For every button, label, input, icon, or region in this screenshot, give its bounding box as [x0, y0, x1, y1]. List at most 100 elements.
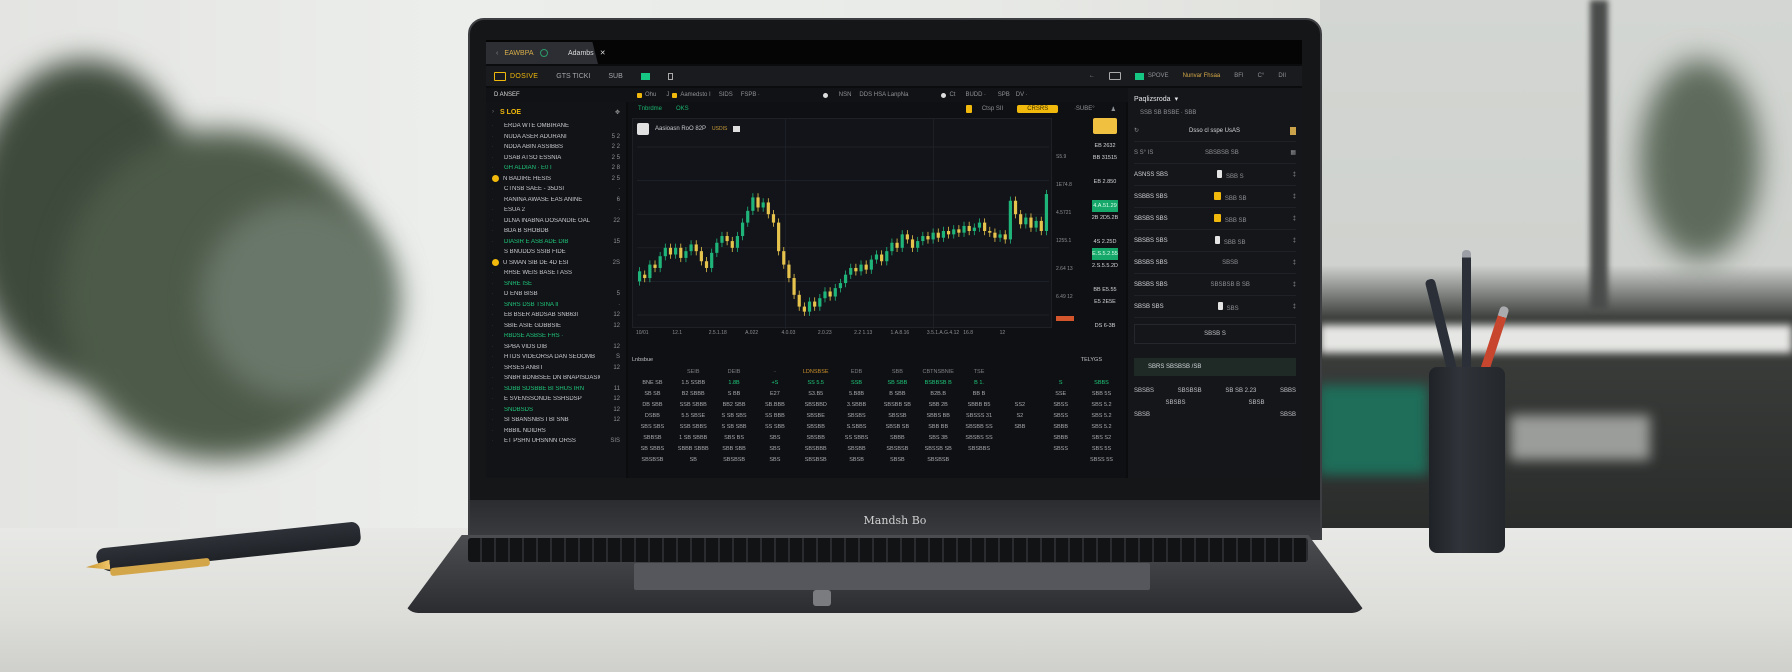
table-row[interactable]: DSBB 5.5 SBSE S SB SBS SS BBB SBSBE SBSBS SBSS… [632, 410, 1122, 421]
watchlist-row[interactable]: ∙ SDBB SDSBBE BI SHUS IRN 11 [492, 384, 620, 395]
candle[interactable] [771, 214, 776, 223]
watchlist-row[interactable]: ∙ DLNA INABNA DOSANDIE OAL 22 [492, 216, 620, 227]
watchlist-row[interactable]: ∙ SNRS DSB TSINA II ∙ [492, 300, 620, 311]
candle[interactable] [674, 247, 678, 255]
nav-item[interactable]: GTS TICKI [556, 73, 590, 80]
app-brand[interactable]: DOSIVE [510, 73, 538, 80]
candle[interactable] [658, 256, 662, 268]
candle[interactable] [988, 231, 992, 233]
candle[interactable] [710, 252, 714, 268]
candle[interactable] [648, 264, 652, 279]
watchlist-row[interactable]: ∙ NUDA ASER ADURANI 5 2 [492, 132, 620, 143]
action-icon[interactable]: ‡ [1293, 216, 1296, 222]
browser-tab[interactable]: Adambs ✕ [544, 42, 616, 64]
candle[interactable] [926, 236, 930, 240]
watchlist-row[interactable]: ∙ SNDBSDS 12 [492, 405, 620, 416]
watchlist-row[interactable]: ∙ DSAB ATSO ESSNIA 2 5 [492, 153, 620, 164]
table-row[interactable]: BNE SB 1.5 SSBB 1.8B +S SS 5.5 SSB SB SBB BSBBS… [632, 377, 1122, 388]
candle[interactable] [668, 247, 673, 255]
watchlist-row[interactable]: ∙ SNBR BDNBSEE DN BNAPISDASIO [492, 373, 620, 384]
panel-row[interactable]: SBSBS SBS SBB SB ‡ [1134, 230, 1296, 252]
order-book-row[interactable] [1086, 272, 1124, 284]
candle[interactable] [1003, 234, 1007, 240]
subbar-item[interactable]: Ct [949, 92, 955, 98]
chart-tag[interactable]: Tnbrdme [638, 106, 662, 112]
subbar-item[interactable]: SIDS [719, 92, 733, 98]
candle[interactable] [859, 264, 863, 272]
candle[interactable] [864, 264, 868, 270]
candle[interactable] [802, 306, 806, 312]
square-icon[interactable] [667, 72, 673, 80]
subbar-item[interactable]: Aamedsto I [680, 92, 710, 98]
candle[interactable] [941, 231, 946, 238]
candle[interactable] [720, 236, 724, 243]
candle[interactable] [751, 197, 755, 211]
candle[interactable] [993, 232, 997, 238]
watchlist-row[interactable]: ∙ HTDS VIDEORSA DAN SEOOMB S [492, 352, 620, 363]
watchlist-row[interactable]: ∙ GH ALDIAN ∙ E0 I 2 8 [492, 163, 620, 174]
action-icon[interactable]: ‡ [1293, 238, 1296, 244]
action-icon[interactable]: ‡ [1293, 304, 1296, 310]
watchlist-row[interactable]: ∙ SPBA VIDS DIB 12 [492, 342, 620, 353]
watchlist-row[interactable]: ∙ D ENB BISB 5 [492, 289, 620, 300]
watchlist-row[interactable]: ∙ SRSES ANBIT 12 [492, 363, 620, 374]
candle[interactable] [916, 241, 920, 248]
watchlist-row[interactable]: U SMAN SIB DE 4D ESI 2S [492, 258, 620, 269]
candle[interactable] [715, 242, 719, 253]
candle[interactable] [694, 244, 698, 252]
order-book-row[interactable]: EB 2632 [1086, 140, 1124, 152]
panel-row[interactable]: SSBBS SBS SBB SB ‡ [1134, 186, 1296, 208]
candle[interactable] [766, 202, 770, 215]
close-icon[interactable]: ✕ [600, 49, 606, 57]
header-item[interactable]: BFI [1234, 73, 1243, 79]
subbar-item[interactable]: J [666, 92, 669, 98]
candle[interactable] [833, 288, 837, 297]
trackpad[interactable] [634, 563, 1150, 590]
account-name[interactable]: Nunvar Fhsaa [1183, 73, 1221, 79]
chevron-icon[interactable]: › [492, 109, 494, 115]
candle[interactable] [746, 210, 750, 223]
order-book-row[interactable]: E.S.5.2.55 [1092, 248, 1118, 260]
table-row[interactable]: SB SBBS SBBB SBBB SBB SBB SBS SBSBBB SBSBB SBS… [632, 443, 1122, 454]
candle[interactable] [895, 242, 899, 248]
column-header[interactable]: LDNSBSE [795, 369, 836, 375]
order-book-row[interactable]: E5 2E5E [1086, 296, 1124, 308]
watchlist-row[interactable]: ∙ SI SBANSNBS I BI SNB 12 [492, 415, 620, 426]
arrow-icon[interactable]: ← [1089, 73, 1095, 79]
subbar-item[interactable]: SPB [998, 92, 1010, 98]
candle[interactable] [890, 242, 894, 252]
candle[interactable] [849, 267, 853, 275]
table-row[interactable]: DB SBB SSB SBBB BB2 SBB SB.BBB SBSBBD 3.SBBB S… [632, 399, 1122, 410]
watchlist-row[interactable]: ∙ RBDSE ASBSE FRS ∙ [492, 331, 620, 342]
candle[interactable] [689, 244, 693, 252]
candle[interactable] [1013, 200, 1018, 215]
candle[interactable] [679, 247, 683, 258]
user-icon[interactable]: ♟ [1111, 106, 1116, 113]
candle[interactable] [807, 301, 812, 312]
candle[interactable] [792, 278, 796, 295]
column-header[interactable]: TSE [959, 369, 1000, 375]
order-book-row[interactable] [1086, 308, 1124, 320]
folder-icon[interactable] [1108, 72, 1121, 80]
subbar-item[interactable]: NSN [839, 92, 852, 98]
action-icon[interactable]: ‡ [1293, 282, 1296, 288]
candle[interactable] [905, 234, 909, 240]
order-book-row[interactable]: EB 2.850 [1086, 176, 1124, 188]
watchlist-row[interactable]: ∙ CTNSB SAEE - 35DSI ∙ [492, 184, 620, 195]
candle[interactable] [663, 247, 667, 257]
candle[interactable] [787, 264, 791, 279]
watchlist-row[interactable]: ∙ E SVENSSONDE SSHSDSP 12 [492, 394, 620, 405]
candle[interactable] [967, 225, 971, 231]
candle[interactable] [854, 267, 858, 272]
watchlist-row[interactable]: ∙ ESUA 2 ∙ [492, 205, 620, 216]
candle[interactable] [885, 251, 889, 262]
table-row[interactable]: SB SB B2 SBBB S BB E27 S3.B5 5.B8B B SBB B2B.B B… [632, 388, 1122, 399]
watchlist-row[interactable]: N BADIRE HESIS 2 5 [492, 174, 620, 185]
submit-bar[interactable]: SBRS SBSBSB /SB [1134, 358, 1296, 376]
grid-icon[interactable]: ▦ [1290, 149, 1296, 156]
settings-icon[interactable]: ✥ [615, 109, 620, 116]
candle[interactable] [699, 251, 703, 262]
watchlist-row[interactable]: ∙ DIASIR E ASB ADE DIB 15 [492, 237, 620, 248]
table-row[interactable]: SBSBSB SB SBSBSB SBS SBSBSB SBSB SBSB SBSBSB SBS… [632, 454, 1122, 465]
watchlist-row[interactable]: ∙ RBBIL NDIDRS [492, 426, 620, 437]
